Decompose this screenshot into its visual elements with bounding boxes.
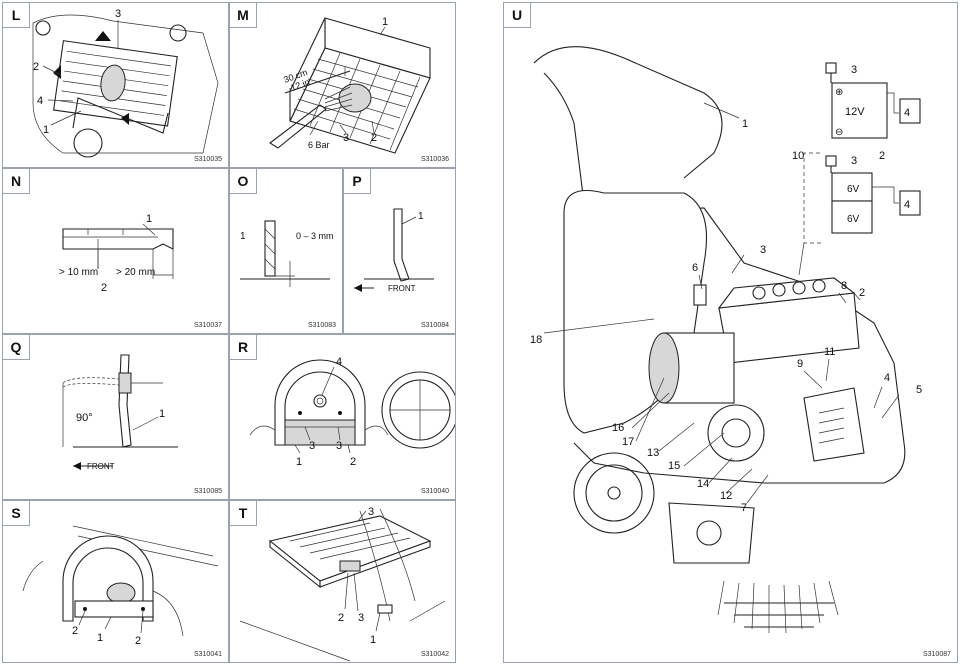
filter-removal-illustration: 3 2 4 1 [32, 8, 219, 158]
callout: 4 [336, 356, 342, 368]
callout: 1 [146, 213, 152, 225]
callout: 15 [668, 460, 680, 472]
figure-code: S310042 [420, 651, 449, 658]
callout: 3 [851, 155, 857, 167]
dimension-label: > 10 mm [59, 267, 98, 278]
svg-text:⊖: ⊖ [835, 127, 843, 138]
callout: 3 [115, 8, 121, 20]
callout: 7 [741, 502, 747, 514]
callout: 3 [760, 244, 766, 256]
callout: 3 [336, 440, 342, 452]
pressure-label: 6 Bar [308, 140, 330, 150]
callout: 1 [159, 408, 165, 420]
callout: 6 [692, 262, 698, 274]
callout: 4 [904, 107, 910, 119]
callout: 3 [358, 612, 364, 624]
callout: 18 [530, 334, 542, 346]
panel-u: U 12V ⊕ ⊖ 6V 6V 1 2 3 3 3 4 4 4 5 6 7 8 … [503, 2, 958, 663]
figure-code: S310037 [193, 322, 222, 329]
callout: 14 [697, 478, 709, 490]
callout: 17 [622, 436, 634, 448]
callout: 3 [309, 440, 315, 452]
blade-wear-illustration: 1 2 > 10 mm > 20 mm [59, 213, 174, 294]
callout: 8 [841, 280, 847, 292]
figure-code: S310041 [193, 651, 222, 658]
callout: 1 [296, 456, 302, 468]
figure-code: S310040 [420, 488, 449, 495]
panel-label: M [230, 3, 257, 28]
panel-q: Q 90° 1 FRONT S310085 [2, 334, 229, 500]
panel-r: R 4 3 3 1 2 S310040 [229, 334, 456, 500]
svg-text:⊕: ⊕ [835, 87, 843, 98]
panel-label: U [504, 3, 531, 28]
direction-label: FRONT [388, 284, 416, 293]
panel-label: N [3, 169, 30, 194]
callout: 1 [97, 632, 103, 644]
figure-code: S310083 [307, 322, 336, 329]
panel-label: S [3, 501, 30, 526]
callout: 2 [338, 612, 344, 624]
callout: 1 [370, 634, 376, 646]
flap-angle-illustration: 90° 1 FRONT [62, 354, 178, 471]
panel-label: R [230, 335, 257, 360]
direction-label: FRONT [87, 462, 115, 471]
callout: 1 [43, 124, 49, 136]
panel-label: Q [3, 335, 30, 360]
rear-flap-illustration: 2 1 2 [22, 525, 219, 647]
battery-voltage: 12V [845, 106, 865, 118]
panel-o: O 1 0 – 3 mm S310083 [229, 168, 343, 334]
callout: 2 [859, 287, 865, 299]
callout: 12 [720, 490, 732, 502]
callout: 3 [851, 64, 857, 76]
panel-m: M 30 cm 12 in 6 Bar 1 3 2 S310036 [229, 2, 456, 168]
panel-s: S 2 1 2 S310041 [2, 500, 229, 663]
gap-label: 0 – 3 mm [296, 231, 334, 241]
dimension-label: > 20 mm [116, 267, 155, 278]
callout: 1 [382, 16, 388, 28]
callout: 9 [797, 358, 803, 370]
callout: 1 [742, 118, 748, 130]
callout: 4 [884, 372, 890, 384]
sweeper-overview-illustration: 12V ⊕ ⊖ 6V 6V 1 2 3 3 3 4 4 4 5 6 7 8 2 9… [530, 46, 922, 634]
panel-label: L [3, 3, 30, 28]
panel-n: N 1 2 > 10 mm > 20 mm S310037 [2, 168, 229, 334]
figure-code: S310087 [922, 651, 951, 658]
callout: 5 [916, 384, 922, 396]
callout: 13 [647, 447, 659, 459]
callout: 1 [418, 211, 424, 222]
panel-l: L 3 2 4 1 S310035 [2, 2, 229, 168]
panel-label: O [230, 169, 257, 194]
callout: 11 [824, 346, 835, 358]
callout: 3 [368, 506, 374, 518]
panel-p: P 1 FRONT S310084 [343, 168, 456, 334]
wheel-flap-illustration: 4 3 3 1 2 [249, 356, 455, 468]
angle-label: 90° [76, 412, 93, 424]
callout: 2 [371, 132, 377, 144]
circuit-board-fuse-illustration: 3 2 3 1 [239, 506, 446, 662]
panel-label: T [230, 501, 257, 526]
callout: 2 [135, 635, 141, 647]
panel-t: T 3 2 3 1 S310042 [229, 500, 456, 663]
callout: 10 [792, 150, 804, 162]
panel-label: P [344, 169, 371, 194]
callout: 2 [350, 456, 356, 468]
callout: 2 [33, 61, 39, 73]
filter-cleaning-illustration: 30 cm 12 in 6 Bar 1 3 2 [269, 16, 431, 154]
callout: 2 [72, 625, 78, 637]
callout: 2 [879, 150, 885, 162]
figure-code: S310035 [193, 156, 222, 163]
figure-code: S310085 [193, 488, 222, 495]
figure-code: S310036 [420, 156, 449, 163]
callout: 3 [343, 132, 349, 144]
figure-code: S310084 [420, 322, 449, 329]
callout: 2 [101, 282, 107, 294]
callout: 4 [37, 95, 43, 107]
battery-voltage: 6V [847, 214, 860, 225]
callout: 16 [612, 422, 624, 434]
callout: 4 [904, 199, 910, 211]
battery-voltage: 6V [847, 184, 860, 195]
callout: 1 [240, 231, 246, 242]
